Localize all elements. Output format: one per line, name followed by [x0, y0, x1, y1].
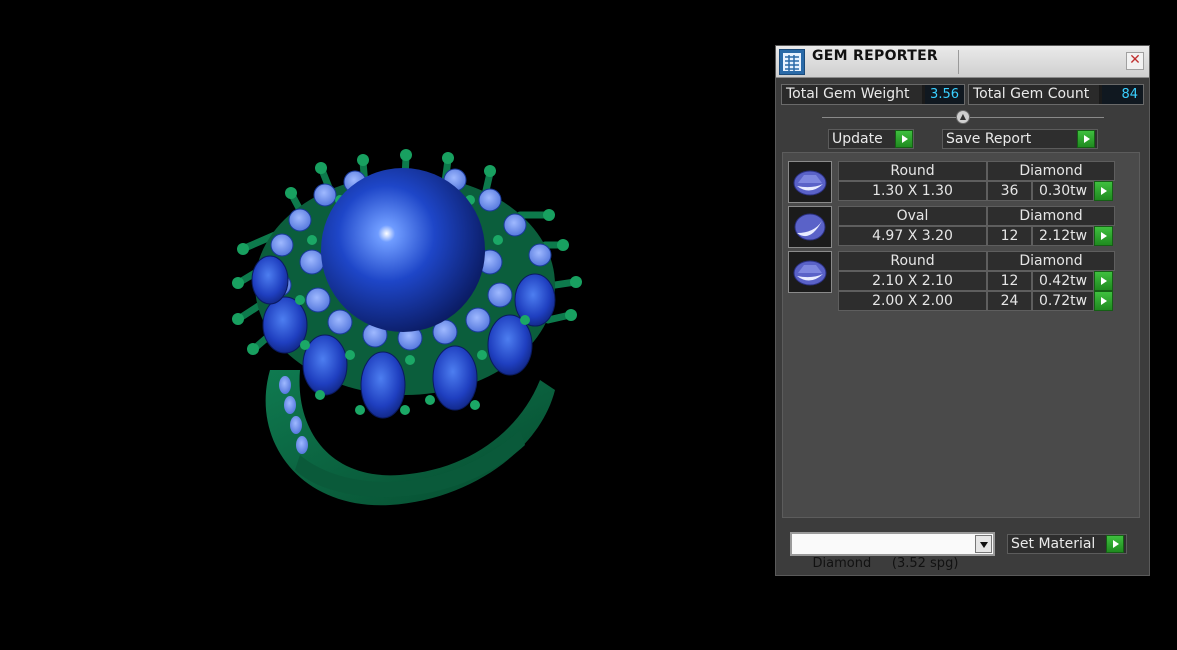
gem-reporter-app-icon: [779, 49, 805, 75]
gem-weight: 2.12tw: [1032, 226, 1094, 246]
gem-size: 1.30 X 1.30: [838, 181, 987, 201]
gem-weight: 0.72tw: [1032, 291, 1094, 311]
gem-weight: 0.30tw: [1032, 181, 1094, 201]
gem-shape: Round: [838, 161, 987, 181]
total-gem-weight-box: Total Gem Weight 3.56: [781, 84, 965, 105]
gem-thumbnail-round[interactable]: [788, 251, 832, 293]
gem-thumbnail-oval[interactable]: [788, 206, 832, 248]
total-gem-count-value: 84: [1102, 85, 1143, 104]
green-play-icon: [895, 130, 913, 148]
update-button[interactable]: Update: [828, 129, 914, 149]
gem-weight: 0.42tw: [1032, 271, 1094, 291]
3d-viewport[interactable]: [0, 0, 770, 650]
select-gem-row-button[interactable]: [1094, 271, 1113, 291]
gem-thumbnail-icon: [794, 213, 826, 241]
material-dropdown[interactable]: Diamond (3.52 spg): [790, 532, 995, 571]
gem-material: Diamond: [987, 206, 1115, 226]
select-gem-row-button[interactable]: [1094, 291, 1113, 311]
total-gem-weight-value: 3.56: [925, 85, 964, 104]
title-separator: [958, 50, 959, 74]
gem-reporter-panel: GEM REPORTER ✕ Total Gem Weight 3.56 Tot…: [775, 45, 1150, 576]
select-gem-row-button[interactable]: [1094, 181, 1113, 201]
set-material-button[interactable]: Set Material: [1007, 534, 1127, 554]
gem-thumbnail-icon: [793, 260, 827, 286]
gem-size: 2.00 X 2.00: [838, 291, 987, 311]
gem-size: 2.10 X 2.10: [838, 271, 987, 291]
gem-shape: Round: [838, 251, 987, 271]
title-bar[interactable]: GEM REPORTER ✕: [776, 46, 1149, 78]
close-button[interactable]: ✕: [1126, 52, 1144, 70]
gem-count: 24: [987, 291, 1032, 311]
chevron-down-icon[interactable]: [975, 535, 992, 553]
gem-material: Diamond: [987, 251, 1115, 271]
total-gem-count-label: Total Gem Count: [969, 85, 1099, 104]
green-play-icon: [1077, 130, 1095, 148]
update-button-label: Update: [832, 131, 883, 147]
total-gem-weight-label: Total Gem Weight: [782, 85, 922, 104]
material-dropdown-value: Diamond (3.52 spg): [812, 556, 959, 571]
panel-title: GEM REPORTER: [812, 48, 939, 64]
gem-count: 12: [987, 226, 1032, 246]
gem-list: Round Diamond 1.30 X 1.30 36 0.30tw Oval…: [782, 152, 1140, 518]
gem-thumbnail-round[interactable]: [788, 161, 832, 203]
gem-material: Diamond: [987, 161, 1115, 181]
save-report-button-label: Save Report: [946, 131, 1032, 147]
gem-size: 4.97 X 3.20: [838, 226, 987, 246]
gem-count: 36: [987, 181, 1032, 201]
set-material-button-label: Set Material: [1011, 536, 1096, 552]
green-play-icon: [1106, 535, 1124, 553]
collapse-toggle[interactable]: ▲: [956, 110, 970, 124]
save-report-button[interactable]: Save Report: [942, 129, 1098, 149]
gem-count: 12: [987, 271, 1032, 291]
total-gem-count-box: Total Gem Count 84: [968, 84, 1144, 105]
select-gem-row-button[interactable]: [1094, 226, 1113, 246]
gem-thumbnail-icon: [793, 170, 827, 196]
gem-shape: Oval: [838, 206, 987, 226]
ring-model-render: [232, 149, 582, 506]
